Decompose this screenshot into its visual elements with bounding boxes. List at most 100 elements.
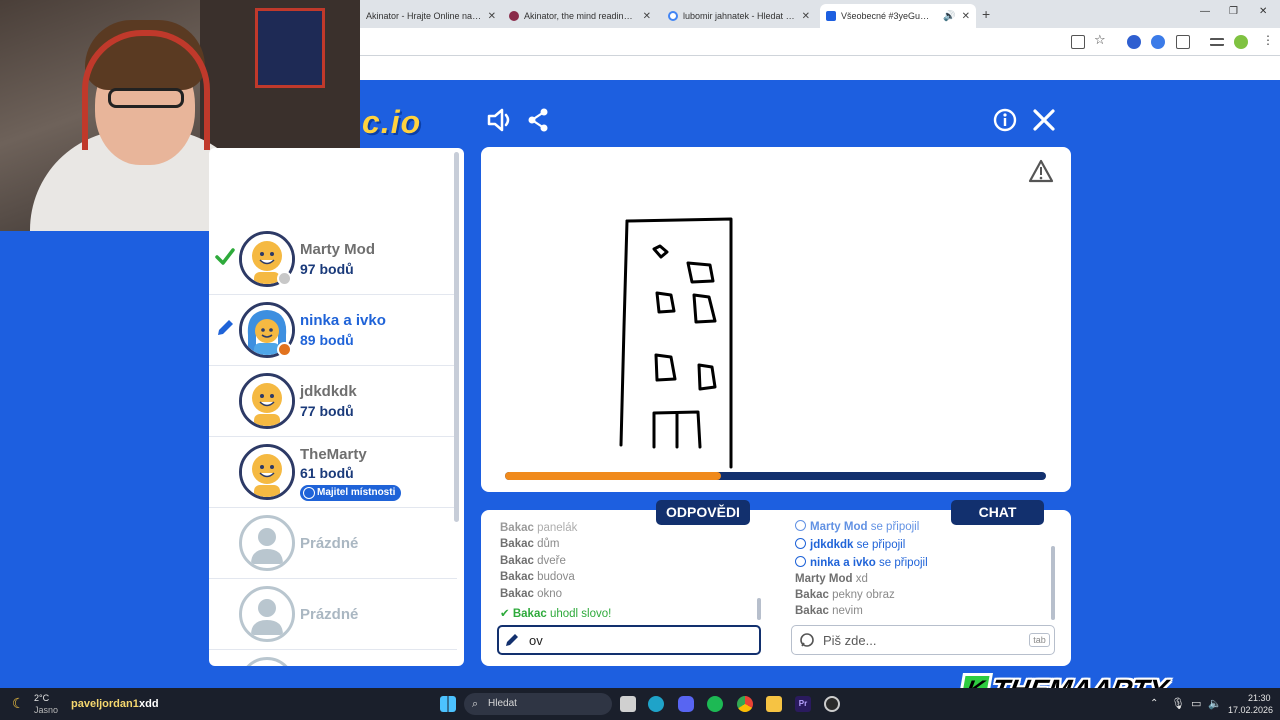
message-text: okno [537, 588, 563, 600]
tab-title: Akinator, the mind reading gen [524, 11, 637, 21]
browser-tab-3[interactable]: lubomir jahnatek - Hledat Goo ✕ [662, 4, 816, 28]
speaker-icon[interactable] [486, 106, 512, 134]
discord-icon[interactable] [678, 696, 694, 712]
extension-icon-2[interactable] [1151, 35, 1165, 49]
chat-scrollbar[interactable] [1051, 546, 1055, 620]
avatar [239, 444, 295, 500]
network-icon[interactable]: ▭ [1191, 697, 1201, 710]
file-explorer-icon[interactable] [766, 696, 782, 712]
check-icon: ✔ [500, 608, 510, 620]
answer-message: Bakac okno [500, 588, 562, 600]
message-author: jdkdkdk [810, 539, 854, 551]
answer-message: Bakac budova [500, 571, 575, 583]
answer-message-correct: ✔ Bakac uhodl slovo! [500, 606, 611, 620]
message-text: xd [855, 573, 868, 585]
weather-moon-icon: ☾ [12, 695, 25, 711]
message-text: pekny obraz [832, 589, 895, 601]
menu-dots-icon[interactable]: ⋮ [1262, 33, 1276, 47]
chat-message-system: Marty Mod se připojil [795, 520, 919, 533]
microphone-icon[interactable]: 🎙 [1171, 697, 1185, 710]
players-panel: Marty Mod 97 bodů ninka a ivko 89 bodů j… [209, 148, 464, 666]
close-icon[interactable] [1032, 108, 1056, 132]
tab-close-icon[interactable]: ✕ [488, 11, 496, 22]
extensions-puzzle-icon[interactable] [1176, 35, 1190, 49]
task-view-icon[interactable] [620, 696, 636, 712]
profile-avatar-icon[interactable] [1234, 35, 1248, 49]
message-author: Bakac [500, 588, 534, 600]
players-scrollbar[interactable] [454, 152, 459, 522]
bookmark-star-icon[interactable]: ☆ [1094, 32, 1108, 47]
taskbar-search[interactable]: ⌕ Hledat [464, 693, 612, 715]
player-card[interactable]: jdkdkdk 77 bodů [209, 367, 457, 437]
weather-desc: Jasno [34, 705, 59, 715]
answer-message: Bakac dveře [500, 555, 566, 567]
avatar [239, 373, 295, 429]
player-name: jdkdkdk [300, 383, 357, 400]
search-label: Hledat [488, 698, 517, 709]
chat-message: Marty Mod xd [795, 573, 868, 585]
install-app-icon[interactable] [1071, 35, 1085, 49]
google-favicon-icon [668, 11, 678, 21]
answers-scrollbar[interactable] [757, 598, 761, 620]
empty-avatar-icon [239, 515, 295, 571]
chat-title: CHAT [951, 500, 1044, 525]
round-timer-fill [505, 472, 722, 480]
windows-taskbar: ☾ 2°C Jasno paveljordan1 xdd ⌕ Hledat Pr… [0, 688, 1280, 720]
window-close-icon[interactable]: ✕ [1259, 6, 1267, 17]
info-icon[interactable] [993, 108, 1017, 132]
skribbl-favicon-icon [826, 11, 836, 21]
player-card[interactable]: ninka a ivko 89 bodů [209, 296, 457, 366]
chat-overlay-name: paveljordan1 [71, 698, 139, 710]
room-owner-label: Majitel místnosti [317, 487, 396, 498]
chrome-icon[interactable] [737, 696, 753, 712]
player-card[interactable]: TheMarty 61 bodů Majitel místnosti [209, 438, 457, 508]
tab-close-icon[interactable]: ✕ [802, 11, 810, 22]
message-author: Bakac [500, 555, 534, 567]
reading-list-icon[interactable] [1210, 38, 1224, 46]
player-card-empty [209, 651, 457, 666]
volume-icon[interactable]: 🔈 [1208, 697, 1222, 710]
message-author: Bakac [500, 538, 534, 550]
player-name: Prázdné [300, 535, 359, 552]
tab-close-icon[interactable]: ✕ [643, 11, 651, 22]
obs-icon[interactable] [824, 696, 840, 712]
webcam-glasses [108, 88, 184, 108]
maximize-icon[interactable]: ❐ [1229, 6, 1238, 17]
browser-tab-1[interactable]: Akinator - Hrajte Online na Silv ✕ [360, 4, 502, 28]
info-small-icon [795, 538, 806, 549]
answer-input[interactable] [497, 625, 761, 655]
tab-audio-icon[interactable]: 🔊 [943, 11, 955, 22]
message-author: Bakac [512, 608, 547, 620]
windows-start-icon[interactable] [440, 696, 456, 712]
drawing-canvas[interactable] [481, 147, 1071, 492]
share-icon[interactable] [526, 106, 550, 134]
message-author: Marty Mod [795, 573, 853, 585]
player-card-empty: Prázdné [209, 580, 457, 650]
new-tab-button[interactable]: + [982, 6, 990, 22]
chat-input[interactable] [791, 625, 1055, 655]
empty-avatar-icon [239, 586, 295, 642]
clock-time[interactable]: 21:30 [1248, 693, 1271, 703]
clock-date[interactable]: 17.02.2026 [1228, 705, 1273, 715]
player-card[interactable]: Marty Mod 97 bodů [209, 225, 457, 295]
message-author: ninka a ivko [810, 557, 876, 569]
game-logo[interactable]: c.io [362, 104, 421, 141]
message-author: Marty Mod [810, 521, 868, 533]
premiere-icon[interactable]: Pr [795, 696, 811, 712]
tab-key-hint: tab [1029, 633, 1050, 647]
tab-close-icon[interactable]: ✕ [962, 11, 970, 22]
browser-tab-2[interactable]: Akinator, the mind reading gen ✕ [503, 4, 657, 28]
player-name: Prázdné [300, 606, 359, 623]
extension-icon-1[interactable] [1127, 35, 1141, 49]
edge-icon[interactable] [648, 696, 664, 712]
message-author: Bakac [795, 589, 829, 601]
info-small-icon [795, 556, 806, 567]
status-dot [277, 342, 292, 357]
message-text: se připojil [856, 539, 906, 551]
message-author: Bakac [500, 522, 534, 534]
browser-tab-4[interactable]: Všeobecné #3yeGuW (Češt 🔊 ✕ [820, 4, 976, 28]
tray-chevron-icon[interactable]: ⌃ [1150, 698, 1158, 709]
minimize-icon[interactable]: — [1200, 6, 1210, 17]
chat-message-system: ninka a ivko se připojil [795, 556, 928, 569]
spotify-icon[interactable] [707, 696, 723, 712]
